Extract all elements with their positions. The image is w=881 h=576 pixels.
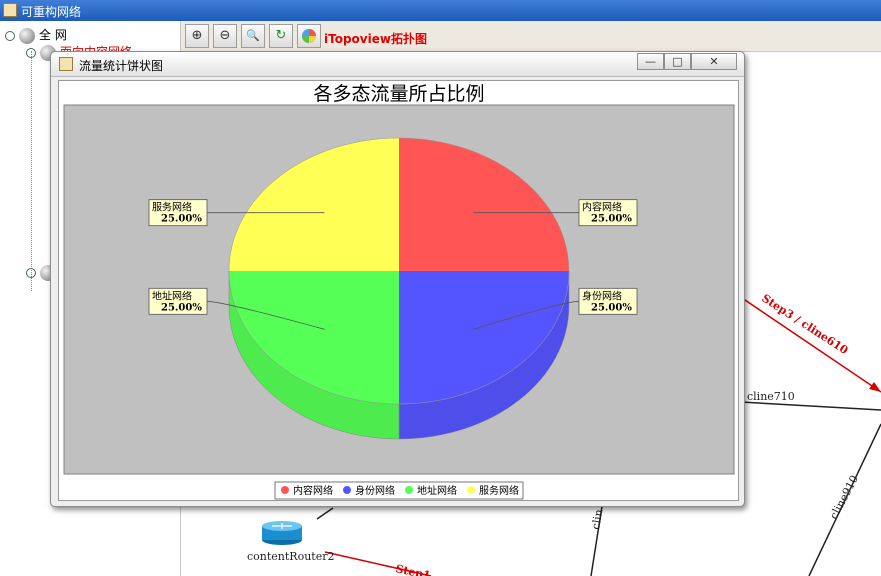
link-label-step3: Step3 / cline610 [759, 292, 850, 358]
label-value-2: 25.00% [591, 302, 632, 313]
chart-title: 各多态流量所占比例 [313, 83, 484, 105]
refresh-icon: ↻ [275, 28, 287, 43]
label-value-1: 25.00% [591, 214, 632, 225]
legend-label-2: 身份网络 [355, 484, 395, 497]
maximize-button[interactable]: □ [664, 53, 691, 70]
link-label-clin: clin [589, 508, 605, 530]
pie-chart: 各多态流量所占比例 内容网络25.00%身份网络25.00%地址网络25.00%… [63, 83, 735, 500]
zoom-out-icon: ⊖ [219, 28, 231, 43]
link-router-up[interactable] [316, 507, 334, 520]
main-title-bar: 可重构网络 [0, 0, 881, 21]
network-sphere-icon [19, 27, 35, 44]
router-label: contentRouter2 [247, 550, 334, 563]
dialog-title-bar[interactable]: 流量统计饼状图 — □ ✕ [51, 52, 744, 77]
label-value-4: 25.00% [161, 214, 202, 225]
tree-guide-line [31, 51, 32, 291]
java-app-icon [59, 57, 73, 71]
link-label-step1: Step1 [394, 562, 431, 576]
label-category-1: 内容网络 [582, 201, 622, 214]
legend-swatch-3 [405, 486, 413, 494]
tree-expand-icon[interactable] [26, 47, 36, 58]
pie-chart-icon [302, 29, 316, 43]
topology-toolbar: ⊕ ⊖ 🔍 ↻ iTopoview拓扑图 [181, 21, 881, 52]
close-icon: ✕ [709, 55, 719, 68]
legend-label-1: 内容网络 [293, 484, 333, 497]
zoom-in-icon: ⊕ [191, 28, 203, 43]
itopoview-brand-label[interactable]: iTopoview拓扑图 [324, 30, 427, 47]
legend-label-4: 服务网络 [479, 484, 519, 497]
link-cline710[interactable] [740, 401, 881, 411]
zoom-in-button[interactable]: ⊕ [185, 24, 209, 48]
tree-node-root-label: 全 网 [39, 28, 67, 42]
legend-swatch-4 [467, 486, 475, 494]
legend-swatch-2 [343, 486, 351, 494]
arrow-head-icon [869, 382, 881, 392]
tree-node-root[interactable]: 全 网 [5, 26, 67, 44]
layout-button[interactable]: ↻ [269, 24, 293, 48]
legend: 内容网络 身份网络 地址网络 服务网络 [274, 481, 524, 500]
legend-label-3: 地址网络 [417, 484, 457, 497]
pie-layer [228, 137, 570, 440]
zoom-fit-button[interactable]: 🔍 [241, 24, 265, 48]
minimize-button[interactable]: — [637, 53, 664, 70]
tree-expand-icon[interactable] [26, 268, 36, 278]
label-value-3: 25.00% [161, 302, 202, 313]
magnifier-icon: 🔍 [246, 29, 260, 42]
java-app-icon [3, 3, 17, 17]
link-label-cline910: cline910 [827, 473, 861, 521]
router-icon[interactable] [262, 521, 302, 545]
close-button[interactable]: ✕ [691, 53, 737, 70]
main-window-title: 可重构网络 [21, 5, 82, 19]
label-category-4: 服务网络 [152, 201, 192, 214]
pie-chart-dialog: 流量统计饼状图 — □ ✕ 各多态流量所占比例 内容网络 25.00% 身份网络 25… [50, 51, 745, 507]
link-label-cline710: cline710 [747, 390, 795, 403]
pie-chart-button[interactable] [297, 24, 321, 48]
label-category-3: 地址网络 [152, 289, 192, 302]
legend-swatch-1 [281, 486, 289, 494]
label-category-2: 身份网络 [582, 289, 622, 302]
minimize-icon: — [645, 55, 656, 68]
tree-expand-icon[interactable] [5, 30, 15, 41]
dialog-title: 流量统计饼状图 [79, 59, 164, 73]
zoom-out-button[interactable]: ⊖ [213, 24, 237, 48]
maximize-icon: □ [672, 55, 683, 68]
chart-panel: 各多态流量所占比例 内容网络 25.00% 身份网络 25.00% 地址网络 25.00%… [58, 80, 739, 501]
